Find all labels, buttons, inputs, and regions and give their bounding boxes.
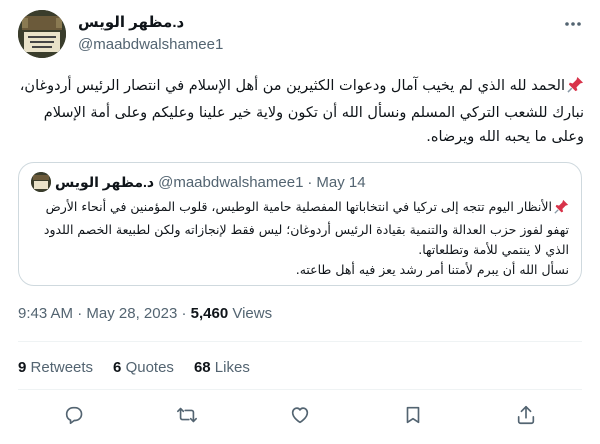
retweets-count: 9 <box>18 359 27 376</box>
retweet-button[interactable] <box>170 400 204 430</box>
likes-label: Likes <box>214 359 250 376</box>
quotes-stat[interactable]: 6 Quotes <box>113 359 174 376</box>
quoted-tweet-text: الأنظار اليوم تتجه إلى تركيا في انتخابات… <box>31 197 569 280</box>
meta-separator: · <box>77 305 83 322</box>
divider <box>18 341 582 342</box>
more-button[interactable] <box>562 14 584 34</box>
more-icon <box>565 22 581 26</box>
tweet-date[interactable]: May 28, 2023 <box>86 305 177 322</box>
tweet-body: الحمد لله الذي لم يخيب آمال ودعوات الكثي… <box>19 78 584 145</box>
likes-count: 68 <box>193 359 211 376</box>
pushpin-icon <box>567 76 584 101</box>
author-display-name[interactable]: د.مظهر الويس <box>78 13 223 33</box>
quoted-text-line-1: الأنظار اليوم تتجه إلى تركيا في انتخابات… <box>43 199 569 257</box>
views-label: Views <box>232 305 273 322</box>
quoted-text-paragraph-1: الأنظار اليوم تتجه إلى تركيا في انتخابات… <box>31 197 569 260</box>
divider <box>18 389 582 390</box>
heart-icon <box>291 407 309 424</box>
meta-separator: · <box>181 305 187 322</box>
quoted-author-handle: @maabdwalshamee1 <box>158 173 304 191</box>
engagement-stats: 9 Retweets 6 Quotes 68 Likes <box>18 359 270 376</box>
quoted-separator: · <box>307 173 313 191</box>
action-bar <box>18 400 582 430</box>
tweet-text: الحمد لله الذي لم يخيب آمال ودعوات الكثي… <box>18 74 584 149</box>
quoted-tweet[interactable]: د.مظهر الويس @maabdwalshamee1 · May 14 ا… <box>18 162 582 286</box>
retweets-stat[interactable]: 9 Retweets <box>18 359 93 376</box>
reply-button[interactable] <box>57 400 91 430</box>
quoted-author-name: د.مظهر الويس <box>55 173 155 190</box>
quoted-date: May 14 <box>316 173 366 191</box>
pushpin-icon <box>554 199 569 220</box>
tweet-card: د.مظهر الويس @maabdwalshamee1 الحمد لله … <box>0 0 600 444</box>
quoted-author-avatar <box>31 172 51 192</box>
reply-icon <box>66 406 83 425</box>
quotes-count: 6 <box>113 359 122 376</box>
quotes-label: Quotes <box>125 359 174 376</box>
author-info: د.مظهر الويس @maabdwalshamee1 <box>78 13 223 55</box>
tweet-time[interactable]: 9:43 AM <box>18 305 73 322</box>
quoted-text-line-2: نسأل الله أن يبرم لأمتنا أمر رشد يعز فيه… <box>295 262 569 277</box>
tweet-meta: 9:43 AM · May 28, 2023 · 5,460 Views <box>18 305 272 322</box>
share-button[interactable] <box>509 400 543 430</box>
author-handle[interactable]: @maabdwalshamee1 <box>78 35 223 55</box>
share-icon <box>517 405 534 425</box>
bookmark-button[interactable] <box>396 400 430 430</box>
likes-stat[interactable]: 68 Likes <box>194 359 250 376</box>
retweet-icon <box>177 407 198 423</box>
retweets-label: Retweets <box>30 359 94 376</box>
bookmark-icon <box>406 406 420 424</box>
like-button[interactable] <box>283 400 317 430</box>
quoted-tweet-header: د.مظهر الويس @maabdwalshamee1 · May 14 <box>31 171 569 193</box>
author-avatar[interactable] <box>18 10 66 58</box>
views-count: 5,460 <box>190 305 229 322</box>
